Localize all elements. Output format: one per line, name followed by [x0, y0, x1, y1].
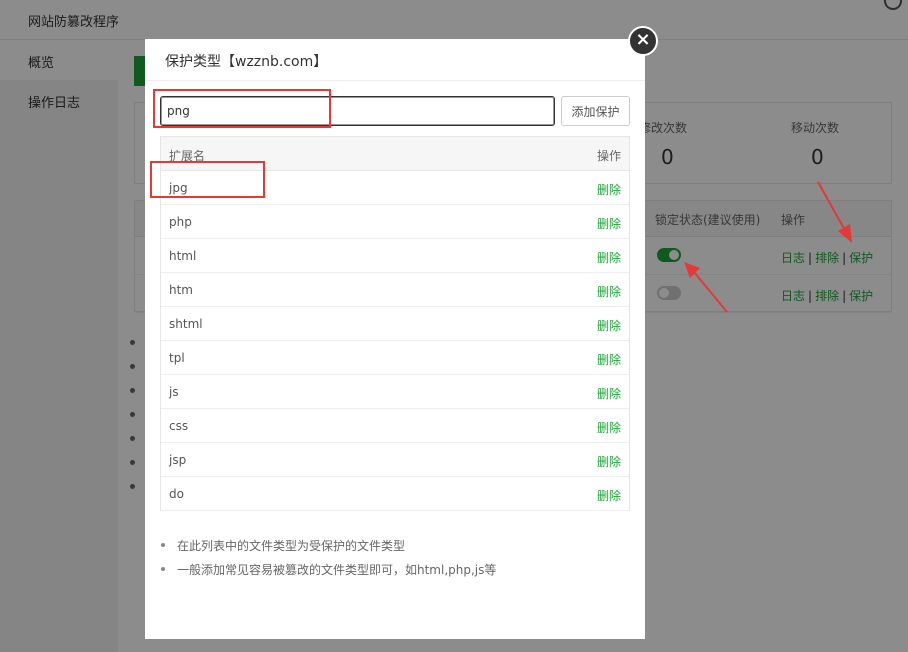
extension-name: html	[169, 249, 197, 263]
extension-name: jsp	[169, 453, 187, 467]
table-row: php 删除	[161, 205, 629, 239]
delete-link[interactable]: 删除	[597, 351, 621, 368]
note-item: 在此列表中的文件类型为受保护的文件类型	[161, 537, 496, 561]
modal-title: 保护类型【wzznb.com】	[145, 39, 645, 81]
delete-link[interactable]: 删除	[597, 317, 621, 334]
extension-name: php	[169, 215, 192, 229]
table-row: do 删除	[161, 477, 629, 511]
help-notes: 在此列表中的文件类型为受保护的文件类型 一般添加常见容易被篡改的文件类型即可，如…	[161, 537, 496, 585]
delete-link[interactable]: 删除	[597, 249, 621, 266]
protection-type-modal: 保护类型【wzznb.com】 添加保护 扩展名 操作 jpg删除php删除ht…	[145, 39, 645, 639]
table-row: shtml 删除	[161, 307, 629, 341]
table-row: js 删除	[161, 375, 629, 409]
extension-name: css	[169, 419, 189, 433]
add-protection-button[interactable]: 添加保护	[561, 96, 630, 126]
table-row: html 删除	[161, 239, 629, 273]
delete-link[interactable]: 删除	[597, 215, 621, 232]
delete-link[interactable]: 删除	[597, 419, 621, 436]
header-ops: 操作	[596, 149, 621, 163]
table-row: jsp 删除	[161, 443, 629, 477]
delete-link[interactable]: 删除	[597, 283, 621, 300]
annotation-box-jpg	[150, 161, 265, 198]
delete-link[interactable]: 删除	[597, 453, 621, 470]
close-icon[interactable]: ×	[628, 26, 658, 56]
note-item: 一般添加常见容易被篡改的文件类型即可，如html,php,js等	[161, 561, 496, 585]
delete-link[interactable]: 删除	[597, 487, 621, 504]
annotation-box-input	[153, 89, 331, 128]
table-row: tpl 删除	[161, 341, 629, 375]
extension-name: do	[169, 487, 184, 501]
delete-link[interactable]: 删除	[597, 181, 621, 198]
extension-name: js	[169, 385, 179, 399]
table-row: css 删除	[161, 409, 629, 443]
delete-link[interactable]: 删除	[597, 385, 621, 402]
table-row: htm 删除	[161, 273, 629, 307]
extension-name: tpl	[169, 351, 185, 365]
extension-name: htm	[169, 283, 193, 297]
extension-name: shtml	[169, 317, 203, 331]
